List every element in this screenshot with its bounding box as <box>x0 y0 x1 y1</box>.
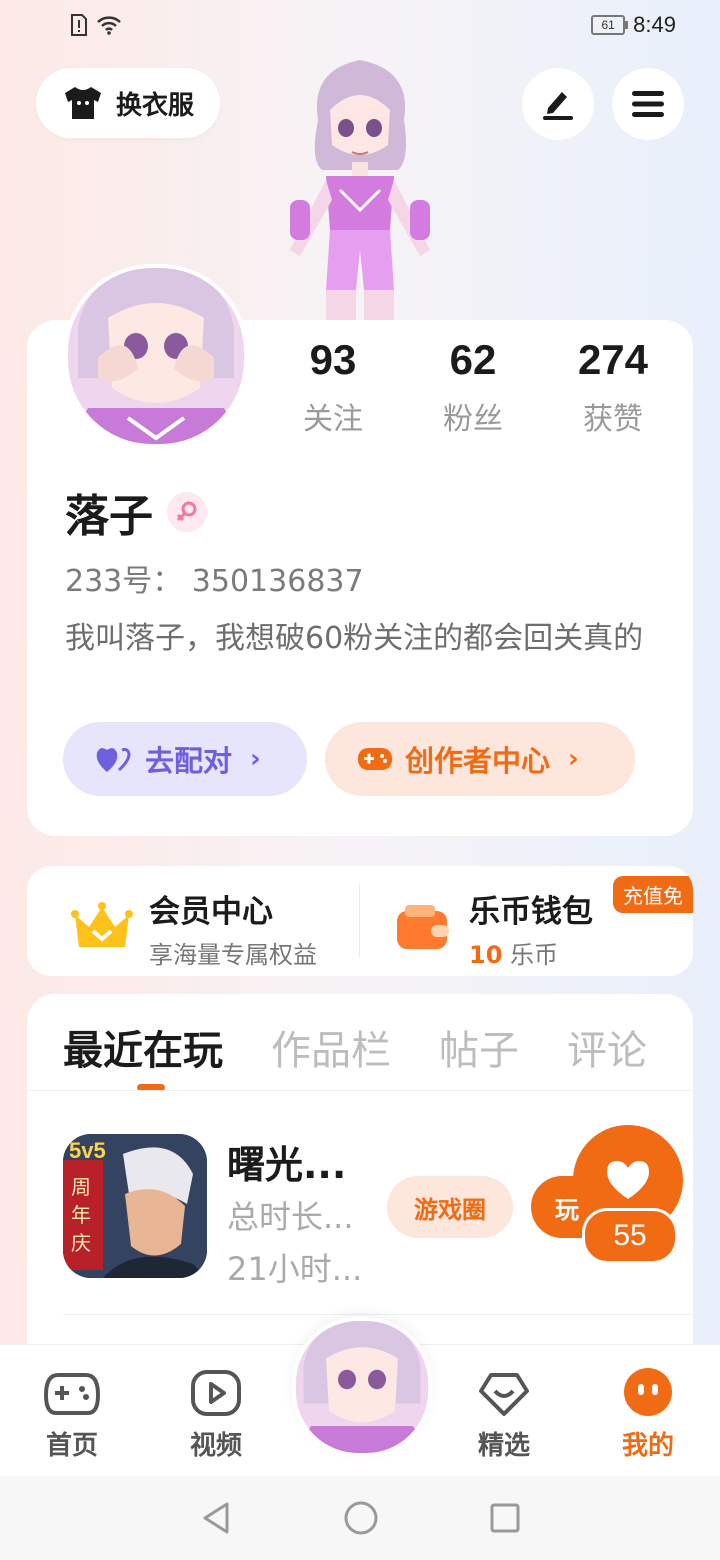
game-play-hours: 21小时... <box>227 1250 363 1288</box>
wallet-balance: 10 乐币 <box>469 935 593 970</box>
hamburger-menu-icon <box>632 91 664 117</box>
stat-label: 关注 <box>303 402 363 437</box>
divider <box>27 1090 693 1091</box>
stat-followers[interactable]: 62 粉丝 <box>403 334 543 438</box>
nav-video-label: 视频 <box>189 1431 242 1461</box>
game-circle-button[interactable]: 游戏圈 <box>387 1176 513 1238</box>
sim-alert-icon <box>71 14 87 36</box>
menu-button[interactable] <box>612 68 684 140</box>
game-icon-badge-top: 5v5 <box>69 1138 106 1163</box>
nav-me[interactable]: 我的 <box>598 1365 698 1462</box>
content-tabs: 最近在玩 作品栏 帖子 评论 <box>63 1018 647 1076</box>
recharge-badge[interactable]: 充值免 <box>613 876 693 913</box>
heart-diamond-icon <box>479 1373 529 1416</box>
wallet-entry[interactable]: 乐币钱包 10 乐币 <box>395 886 593 970</box>
like-count: 55 <box>582 1208 678 1264</box>
coin-value: 10 <box>469 941 503 969</box>
svg-text:年: 年 <box>71 1203 91 1227</box>
stat-label: 粉丝 <box>443 402 503 437</box>
profile-stats: 93 关注 62 粉丝 274 获赞 <box>263 334 683 438</box>
gamepad-icon <box>44 1373 100 1415</box>
match-button[interactable]: 去配对 › <box>63 722 307 796</box>
svg-text:庆: 庆 <box>71 1231 91 1255</box>
nav-center-avatar[interactable] <box>292 1317 432 1457</box>
nav-featured-label: 精选 <box>477 1431 530 1461</box>
status-bar: 61 8:49 <box>0 0 720 56</box>
battery-icon: 61 <box>591 15 629 35</box>
crown-icon <box>71 902 133 947</box>
tab-works[interactable]: 作品栏 <box>271 1018 391 1076</box>
stat-likes[interactable]: 274 获赞 <box>543 334 683 438</box>
system-nav-bar <box>0 1476 720 1560</box>
change-outfit-label: 换衣服 <box>115 90 194 121</box>
profile-avatar[interactable] <box>64 264 248 448</box>
tab-recently-played[interactable]: 最近在玩 <box>63 1018 223 1076</box>
back-icon[interactable] <box>199 1500 233 1536</box>
game-cover-image: 5v5 周 年 庆 <box>63 1134 207 1278</box>
nav-home-label: 首页 <box>45 1431 98 1461</box>
wallet-title: 乐币钱包 <box>469 894 593 930</box>
vip-wallet-card: 会员中心 享海量专属权益 乐币钱包 10 乐币 充值免 <box>27 866 693 976</box>
nickname-row: 落子 <box>65 480 207 544</box>
status-icons-left <box>70 14 122 36</box>
wifi-icon <box>97 16 121 35</box>
status-icons-right: 61 8:49 <box>591 12 676 38</box>
nav-featured[interactable]: 精选 <box>454 1365 554 1462</box>
stat-value: 62 <box>449 336 497 383</box>
match-label: 去配对 <box>145 744 233 778</box>
heart-icon <box>607 1161 649 1199</box>
pencil-icon <box>543 92 573 120</box>
divider <box>359 884 360 958</box>
avatar-3d-figure[interactable] <box>260 50 460 320</box>
clock: 8:49 <box>633 12 676 37</box>
creator-center-label: 创作者中心 <box>405 744 551 778</box>
recents-icon[interactable] <box>489 1502 521 1534</box>
female-icon <box>176 501 197 522</box>
game-icon[interactable]: 5v5 周 年 庆 <box>63 1134 207 1278</box>
nickname: 落子 <box>65 491 153 542</box>
chevron-right-icon: › <box>568 744 579 774</box>
gamepad-icon <box>358 748 392 770</box>
avatar-image <box>68 268 244 444</box>
coin-unit: 乐币 <box>510 941 559 969</box>
member-center-subtitle: 享海量专属权益 <box>149 941 317 969</box>
double-heart-icon <box>96 748 131 772</box>
stat-following[interactable]: 93 关注 <box>263 334 403 438</box>
svg-text:周: 周 <box>71 1175 91 1199</box>
divider <box>63 1314 693 1315</box>
stat-value: 274 <box>577 336 649 383</box>
video-play-icon <box>191 1370 241 1416</box>
bottom-nav: 首页 视频 精选 我的 <box>0 1317 720 1477</box>
gender-badge <box>167 492 207 532</box>
member-center-entry[interactable]: 会员中心 享海量专属权益 <box>71 886 317 970</box>
account-id: 233号： 350136837 <box>65 564 364 599</box>
nav-me-label: 我的 <box>621 1431 674 1461</box>
game-total-time: 总时长... <box>227 1198 354 1236</box>
chevron-right-icon: › <box>250 744 261 774</box>
nav-home[interactable]: 首页 <box>22 1365 122 1462</box>
tab-comments[interactable]: 评论 <box>567 1018 647 1076</box>
edit-profile-button[interactable] <box>522 68 594 140</box>
bio: 我叫落子，我想破60粉关注的都会回关真的 <box>65 621 644 656</box>
game-name: 曙光... <box>227 1143 347 1187</box>
change-outfit-button[interactable]: 换衣服 <box>36 68 220 138</box>
member-center-title: 会员中心 <box>149 894 273 930</box>
tab-posts[interactable]: 帖子 <box>439 1018 519 1076</box>
stat-label: 获赞 <box>583 402 643 437</box>
avatar-image <box>296 1321 428 1453</box>
creator-center-button[interactable]: 创作者中心 › <box>325 722 635 796</box>
home-icon[interactable] <box>343 1500 379 1536</box>
wallet-icon <box>397 905 449 949</box>
nav-video[interactable]: 视频 <box>166 1365 266 1462</box>
stat-value: 93 <box>309 336 357 383</box>
tshirt-icon <box>64 87 101 119</box>
me-face-icon <box>624 1368 672 1416</box>
